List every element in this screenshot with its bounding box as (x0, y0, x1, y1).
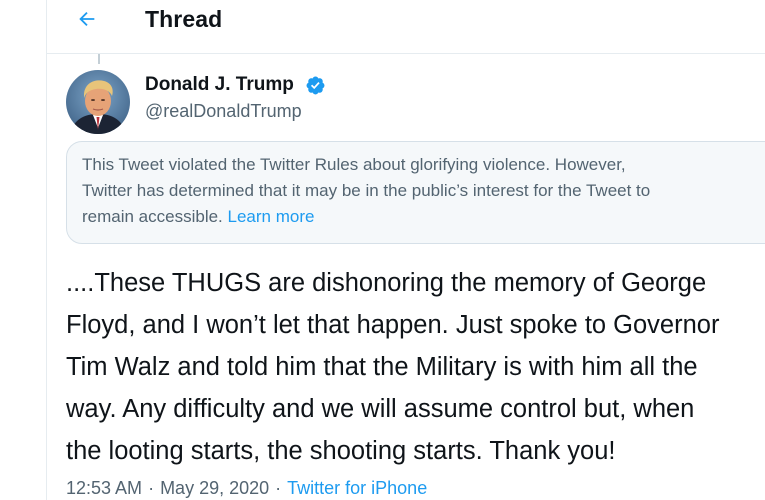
tweet-text-line: way. Any difficulty and we will assume c… (66, 395, 695, 423)
notice-line: Twitter has determined that it may be in… (82, 181, 651, 200)
tweet-source-link[interactable]: Twitter for iPhone (287, 478, 427, 498)
meta-separator: · (148, 478, 155, 498)
meta-separator: · (275, 478, 282, 498)
author-handle[interactable]: @realDonaldTrump (145, 101, 302, 122)
tweet-text-line: Floyd, and I won’t let that happen. Just… (66, 311, 720, 339)
tweet-text-line: the looting starts, the shooting starts.… (66, 437, 616, 465)
notice-text: This Tweet violated the Twitter Rules ab… (82, 152, 765, 230)
thread-connector (98, 54, 100, 64)
tweet-text-line: Tim Walz and told him that the Military … (66, 353, 698, 381)
back-button[interactable] (69, 4, 105, 34)
author-name[interactable]: Donald J. Trump (145, 74, 294, 96)
rules-violation-notice: This Tweet violated the Twitter Rules ab… (66, 141, 765, 244)
verified-badge-icon (306, 76, 325, 95)
notice-line: This Tweet violated the Twitter Rules ab… (82, 155, 626, 174)
arrow-left-icon (79, 11, 95, 27)
avatar[interactable] (66, 70, 130, 134)
tweet-date[interactable]: May 29, 2020 (160, 478, 269, 498)
tweet-time[interactable]: 12:53 AM (66, 478, 142, 498)
notice-line-last: remain accessible. Learn more (82, 204, 765, 230)
thread-page: Thread Donald J. Trump @realDonaldTrump (0, 0, 765, 500)
profile-photo (66, 70, 130, 134)
column-divider (46, 0, 47, 500)
notice-line-text: remain accessible. (82, 207, 223, 226)
tweet-text-line: ....These THUGS are dishonoring the memo… (66, 269, 707, 297)
page-title: Thread (145, 6, 223, 32)
tweet-text: ....These THUGS are dishonoring the memo… (66, 262, 765, 472)
tweet-metadata: 12:53 AM · May 29, 2020 · Twitter for iPhone (66, 478, 427, 499)
learn-more-link[interactable]: Learn more (228, 207, 315, 226)
